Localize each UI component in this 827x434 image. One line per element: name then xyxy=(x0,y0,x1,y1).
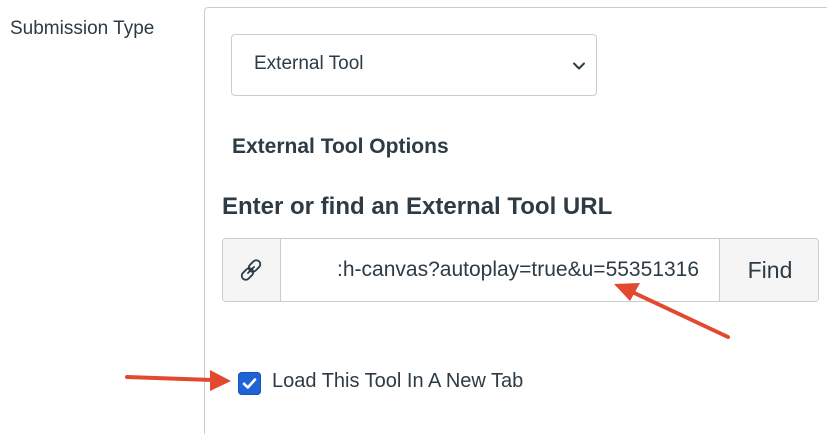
find-button[interactable]: Find xyxy=(719,239,818,301)
external-tool-options-heading: External Tool Options xyxy=(232,135,449,158)
chevron-down-icon xyxy=(573,62,585,70)
checkmark-icon xyxy=(242,378,257,389)
external-tool-url-group: Find xyxy=(222,238,819,302)
url-prefix xyxy=(223,239,281,301)
submission-type-select[interactable]: External Tool xyxy=(231,34,597,96)
external-tool-url-input[interactable] xyxy=(281,239,719,301)
submission-type-label: Submission Type xyxy=(10,18,155,39)
arrow-to-checkbox-line xyxy=(125,375,214,382)
new-tab-label: Load This Tool In A New Tab xyxy=(272,370,524,392)
assignment-edit-page: Submission Type External Tool External T… xyxy=(0,0,827,434)
submission-type-selected-value: External Tool xyxy=(254,53,364,74)
link-icon xyxy=(240,259,262,281)
new-tab-checkbox[interactable] xyxy=(238,372,261,395)
external-tool-url-heading: Enter or find an External Tool URL xyxy=(222,193,613,220)
